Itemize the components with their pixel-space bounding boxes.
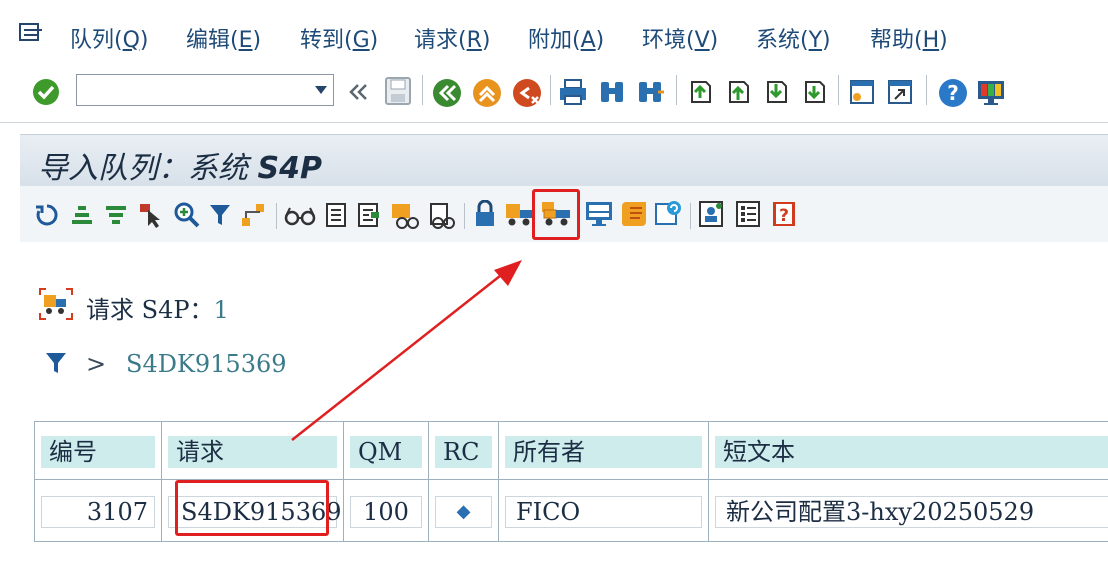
highlight-box-request-cell xyxy=(175,480,329,536)
menu-item-queue[interactable]: 队列(Q) xyxy=(70,22,149,54)
help-icon[interactable]: ? xyxy=(938,78,968,108)
table-row[interactable]: 新公司配置3-hxy20250529 xyxy=(709,480,1108,542)
menu-bar: 队列(Q) 编辑(E) 转到(G) 请求(R) 附加(A) 环境(V) 系统(Y… xyxy=(0,0,1108,67)
first-page-icon[interactable] xyxy=(686,78,714,106)
cancel-icon[interactable] xyxy=(512,78,542,108)
toolbar-separator xyxy=(276,203,277,229)
monitor-icon[interactable] xyxy=(584,200,614,228)
zoom-in-icon[interactable] xyxy=(174,202,200,228)
logs-glasses-icon[interactable] xyxy=(428,202,456,230)
scroll-script-icon[interactable] xyxy=(620,200,650,228)
lock-icon[interactable] xyxy=(474,200,496,228)
select-cursor-icon[interactable] xyxy=(138,202,164,228)
table-row[interactable]: 3107 xyxy=(35,480,162,542)
cell-rc: ◆ xyxy=(435,496,492,528)
table-row[interactable]: ◆ xyxy=(429,480,499,542)
toolbar-separator xyxy=(676,75,677,105)
detail-document-icon[interactable] xyxy=(356,202,382,228)
filter-value[interactable]: S4DK915369 xyxy=(126,350,287,378)
refresh-icon[interactable] xyxy=(34,202,60,228)
toolbar-separator xyxy=(464,203,465,229)
import-request-truck-icon[interactable] xyxy=(504,200,534,228)
display-glasses-icon[interactable] xyxy=(284,204,316,226)
table-row[interactable]: 100 xyxy=(344,480,429,542)
document-list-icon[interactable] xyxy=(324,202,348,228)
request-truck-icon xyxy=(39,288,73,320)
enter-check-icon[interactable] xyxy=(32,78,60,106)
toolbar-separator xyxy=(422,75,423,105)
layout-menu-icon[interactable] xyxy=(976,78,1006,108)
page-title: 导入队列：系统 S4P xyxy=(38,151,323,186)
annotation-arrow xyxy=(291,260,522,441)
command-field[interactable] xyxy=(76,74,334,106)
toolbar-separator xyxy=(926,75,927,105)
filter-arrow: > xyxy=(86,350,107,378)
chevron-down-icon[interactable] xyxy=(315,86,327,94)
shortcut-icon[interactable] xyxy=(886,78,914,106)
menu-item-edit[interactable]: 编辑(E) xyxy=(186,22,261,54)
find-binoculars-icon[interactable] xyxy=(598,78,626,106)
column-header-number[interactable]: 编号 xyxy=(35,422,162,480)
filter-funnel-icon xyxy=(46,353,66,373)
menu-item-extras[interactable]: 附加(A) xyxy=(528,22,604,54)
menu-item-goto[interactable]: 转到(G) xyxy=(300,22,378,54)
request-count-text: 请求 S4P： xyxy=(86,296,214,324)
find-next-icon[interactable] xyxy=(636,78,666,106)
hierarchy-icon[interactable] xyxy=(240,202,268,228)
sort-descending-icon[interactable] xyxy=(104,202,128,228)
last-page-icon[interactable] xyxy=(800,78,828,106)
menu-item-environment[interactable]: 环境(V) xyxy=(642,22,718,54)
user-settings-icon[interactable] xyxy=(698,200,726,228)
exit-icon[interactable] xyxy=(472,78,502,108)
print-icon[interactable] xyxy=(558,78,588,106)
back-icon[interactable] xyxy=(432,78,462,108)
request-count-value: 1 xyxy=(213,296,229,324)
cell-qm: 100 xyxy=(350,496,422,528)
create-session-icon[interactable] xyxy=(848,78,876,106)
cell-short-text: 新公司配置3-hxy20250529 xyxy=(715,496,1108,528)
table-row[interactable]: FICO xyxy=(499,480,709,542)
menu-item-help[interactable]: 帮助(H) xyxy=(870,22,948,54)
svg-text:?: ? xyxy=(947,81,959,105)
menu-item-request[interactable]: 请求(R) xyxy=(414,22,490,54)
filter-icon[interactable] xyxy=(208,202,232,228)
toolbar-separator xyxy=(838,75,839,105)
highlight-box-import-button xyxy=(532,189,580,240)
legend-list-icon[interactable] xyxy=(734,200,762,228)
double-left-chevron-icon[interactable] xyxy=(348,80,370,104)
save-icon[interactable] xyxy=(384,76,412,106)
next-page-icon[interactable] xyxy=(762,78,790,106)
config-refresh-icon[interactable] xyxy=(654,200,684,228)
info-help-book-icon[interactable]: ? xyxy=(770,200,798,228)
toolbar-separator xyxy=(690,203,691,229)
cell-number: 3107 xyxy=(41,496,155,528)
menu-icon[interactable] xyxy=(18,22,44,44)
sort-ascending-icon[interactable] xyxy=(70,202,94,228)
menu-item-system[interactable]: 系统(Y) xyxy=(756,22,831,54)
column-header-short-text[interactable]: 短文本 xyxy=(709,422,1108,480)
display-request-icon[interactable] xyxy=(390,202,420,230)
svg-text:?: ? xyxy=(779,206,789,226)
toolbar-separator xyxy=(550,75,551,105)
request-count-label: 请求 S4P：1 xyxy=(86,290,229,325)
previous-page-icon[interactable] xyxy=(724,78,752,106)
title-bar: 导入队列：系统 S4P xyxy=(20,134,1108,187)
cell-owner: FICO xyxy=(505,496,702,528)
